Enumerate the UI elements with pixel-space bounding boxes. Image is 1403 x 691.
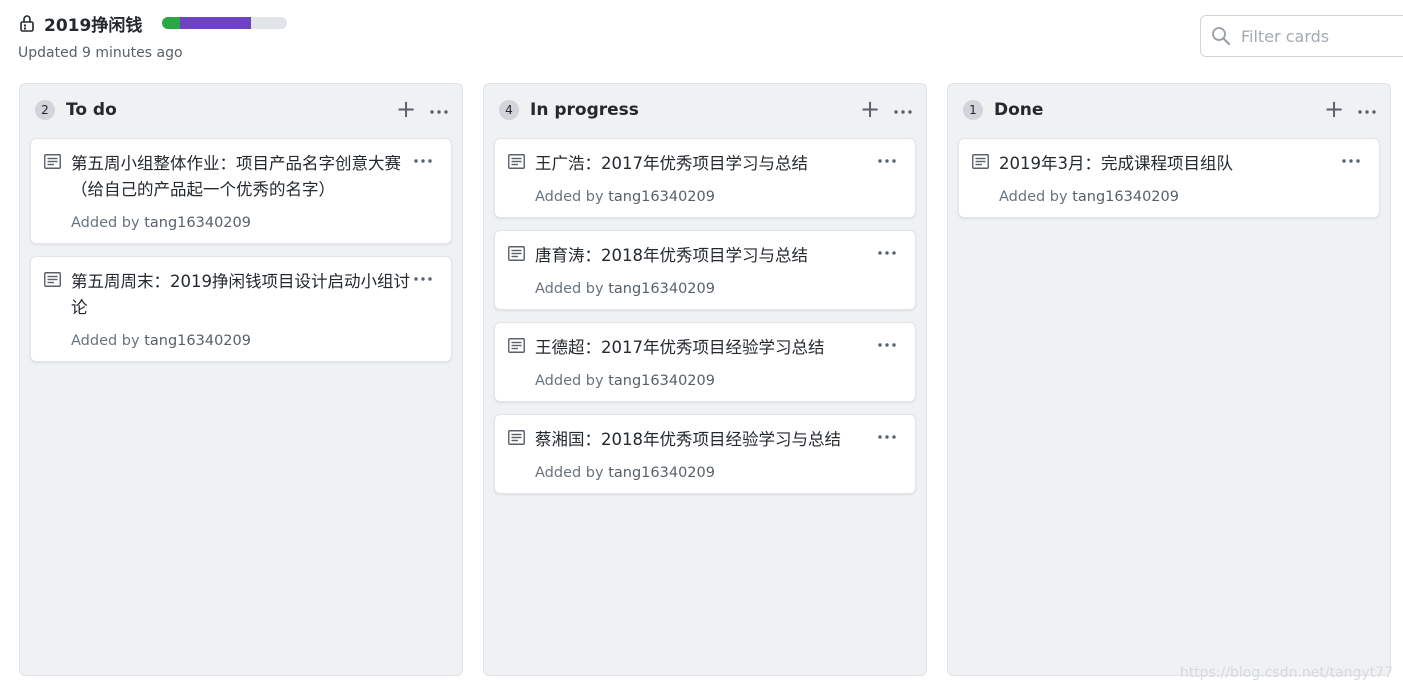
title-row: 2019挣闲钱 — [18, 10, 1403, 36]
note-icon — [508, 154, 525, 169]
progress-done — [162, 17, 180, 29]
card-title: 唐育涛：2018年优秀项目学习与总结 — [535, 246, 808, 265]
card-title: 王德超：2017年优秀项目经验学习总结 — [535, 338, 825, 357]
card-title: 蔡湘国：2018年优秀项目经验学习与总结 — [535, 430, 841, 449]
card-title: 王广浩：2017年优秀项目学习与总结 — [535, 154, 808, 173]
add-card-button[interactable]: + — [1323, 95, 1345, 123]
card-menu-button[interactable] — [1341, 151, 1361, 163]
filter-cards-box[interactable] — [1200, 15, 1403, 57]
card-author-link[interactable]: tang16340209 — [608, 373, 715, 389]
plus-icon: + — [859, 95, 881, 123]
progress-in-progress — [179, 17, 252, 29]
card-menu-button[interactable] — [413, 269, 433, 281]
card-title: 2019年3月：完成课程项目组队 — [999, 154, 1233, 173]
search-icon — [1211, 26, 1231, 46]
kebab-icon — [414, 148, 432, 167]
project-header: 2019挣闲钱 Updated 9 minutes ago — [18, 10, 1403, 72]
card-meta: Added by tang16340209 — [535, 373, 875, 389]
kebab-icon — [414, 266, 432, 285]
kebab-icon — [878, 424, 896, 443]
card-menu-button[interactable] — [877, 151, 897, 163]
card-title: 第五周周末：2019挣闲钱项目设计启动小组讨论 — [71, 272, 410, 317]
note-card[interactable]: 第五周周末：2019挣闲钱项目设计启动小组讨论 Added by tang1634… — [30, 256, 452, 362]
note-card[interactable]: 2019年3月：完成课程项目组队 Added by tang16340209 — [958, 138, 1380, 218]
kebab-icon — [1342, 148, 1360, 167]
note-icon — [972, 154, 989, 169]
added-by-label: Added by — [71, 333, 140, 349]
card-author-link[interactable]: tang16340209 — [144, 333, 251, 349]
card-menu-button[interactable] — [877, 427, 897, 439]
add-card-button[interactable]: + — [859, 95, 881, 123]
card-title: 第五周小组整体作业：项目产品名字创意大赛（给自己的产品起一个优秀的名字） — [71, 154, 401, 199]
card-meta: Added by tang16340209 — [535, 465, 875, 481]
card-menu-button[interactable] — [877, 243, 897, 255]
note-card[interactable]: 唐育涛：2018年优秀项目学习与总结 Added by tang16340209 — [494, 230, 916, 310]
column-name: To do — [66, 100, 117, 120]
kebab-icon — [878, 240, 896, 259]
column-menu-button[interactable] — [428, 98, 450, 118]
added-by-label: Added by — [535, 281, 604, 297]
added-by-label: Added by — [535, 465, 604, 481]
added-by-label: Added by — [71, 215, 140, 231]
kebab-icon — [894, 99, 912, 118]
note-card[interactable]: 王广浩：2017年优秀项目学习与总结 Added by tang16340209 — [494, 138, 916, 218]
kebab-icon — [878, 148, 896, 167]
project-title[interactable]: 2019挣闲钱 — [44, 11, 142, 36]
plus-icon: + — [395, 95, 417, 123]
card-menu-button[interactable] — [877, 335, 897, 347]
column-in-progress: 4 In progress + 王广浩：2017年优秀项目学习与总结 Added by … — [483, 83, 927, 676]
kebab-icon — [430, 99, 448, 118]
added-by-label: Added by — [999, 189, 1068, 205]
card-author-link[interactable]: tang16340209 — [144, 215, 251, 231]
column-name: In progress — [530, 100, 639, 120]
column-done: 1 Done +2019年3月：完成课程项目组队 Added by tang16340… — [947, 83, 1391, 676]
note-icon — [44, 154, 61, 169]
column-name: Done — [994, 100, 1044, 120]
card-meta: Added by tang16340209 — [535, 189, 875, 205]
card-author-link[interactable]: tang16340209 — [1072, 189, 1179, 205]
note-card[interactable]: 蔡湘国：2018年优秀项目经验学习与总结 Added by tang1634020… — [494, 414, 916, 494]
column-card-count: 1 — [963, 100, 983, 120]
card-meta: Added by tang16340209 — [71, 215, 411, 231]
project-progress-bar — [162, 17, 288, 29]
column-header: 2 To do + — [20, 84, 462, 136]
watermark: https://blog.csdn.net/tangyt77 — [1179, 665, 1393, 681]
kebab-icon — [1358, 99, 1376, 118]
note-icon — [508, 338, 525, 353]
note-card[interactable]: 王德超：2017年优秀项目经验学习总结 Added by tang16340209 — [494, 322, 916, 402]
column-menu-button[interactable] — [1356, 98, 1378, 118]
column-to-do: 2 To do + 第五周小组整体作业：项目产品名字创意大赛（给自己的产品起一个优秀的… — [19, 83, 463, 676]
card-author-link[interactable]: tang16340209 — [608, 465, 715, 481]
note-card[interactable]: 第五周小组整体作业：项目产品名字创意大赛（给自己的产品起一个优秀的名字） Adde… — [30, 138, 452, 244]
plus-icon: + — [1323, 95, 1345, 123]
note-icon — [508, 246, 525, 261]
kebab-icon — [878, 332, 896, 351]
add-card-button[interactable]: + — [395, 95, 417, 123]
added-by-label: Added by — [535, 189, 604, 205]
card-meta: Added by tang16340209 — [71, 333, 411, 349]
filter-cards-input[interactable] — [1239, 25, 1389, 47]
note-icon — [44, 272, 61, 287]
card-author-link[interactable]: tang16340209 — [608, 281, 715, 297]
added-by-label: Added by — [535, 373, 604, 389]
note-icon — [508, 430, 525, 445]
column-header: 1 Done + — [948, 84, 1390, 136]
column-card-count: 2 — [35, 100, 55, 120]
card-meta: Added by tang16340209 — [999, 189, 1339, 205]
updated-timestamp: Updated 9 minutes ago — [18, 45, 183, 61]
column-header: 4 In progress + — [484, 84, 926, 136]
column-menu-button[interactable] — [892, 98, 914, 118]
card-menu-button[interactable] — [413, 151, 433, 163]
card-author-link[interactable]: tang16340209 — [608, 189, 715, 205]
card-meta: Added by tang16340209 — [535, 281, 875, 297]
column-card-count: 4 — [499, 100, 519, 120]
lock-icon — [18, 13, 36, 33]
